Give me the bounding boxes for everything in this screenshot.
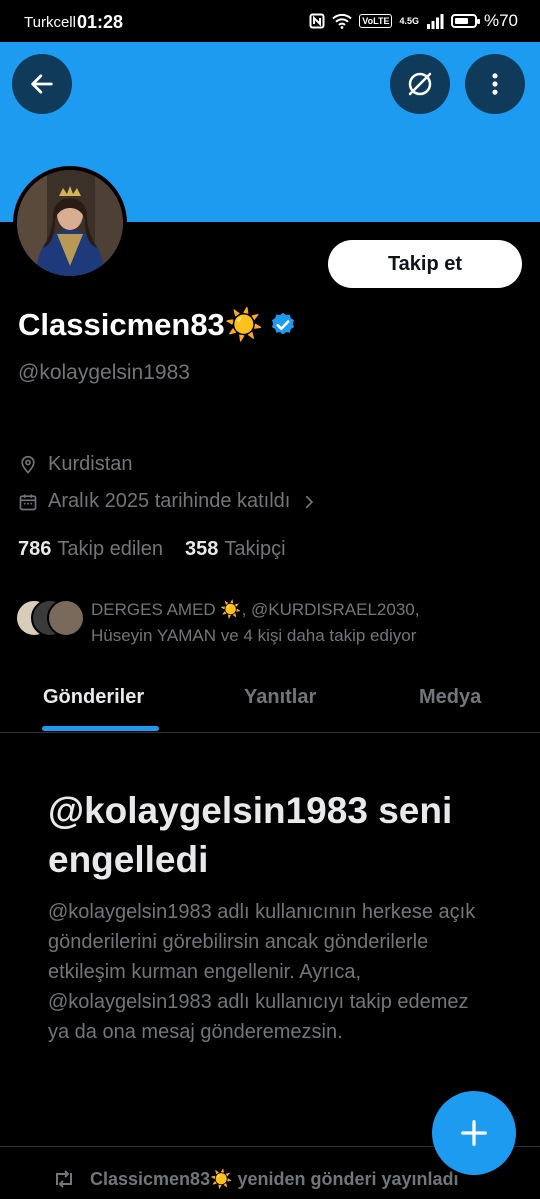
profile-avatar[interactable] [13,166,127,280]
network-type: 4.5G [399,15,419,26]
following-label: Takip edilen [57,538,163,560]
profile-handle: @kolaygelsin1983 [18,361,190,384]
compose-button[interactable] [432,1091,516,1175]
battery-level [454,18,468,24]
nfc-icon [309,13,325,29]
volte-badge: VoLTE [359,14,393,28]
known-followers[interactable]: DERGES AMED ☀️, @KURDISRAEL2030, Hüseyin… [15,597,530,649]
more-vertical-icon [492,73,498,95]
tab-media[interactable]: Medya [419,686,481,709]
more-options-button[interactable] [465,54,525,114]
known-followers-text: DERGES AMED ☀️, @KURDISRAEL2030, Hüseyin… [91,597,419,649]
joined-text: Aralık 2025 tarihinde katıldı [48,490,291,512]
calendar-icon [19,494,37,510]
battery-percent: %70 [483,11,518,30]
repost-icon [56,1170,72,1188]
location-pin-icon [21,455,35,474]
carrier-label: Turkcell [24,14,76,31]
following-stat[interactable]: 786 Takip edilen [18,538,163,561]
profile-tabs: Gönderiler Yanıtlar Medya [0,670,540,733]
wifi-icon [332,13,352,29]
battery-icon [450,14,480,28]
follow-button[interactable]: Takip et [328,240,522,288]
follow-stats: 786 Takip edilen 358 Takipçi [18,538,286,561]
blocked-description: @kolaygelsin1983 adlı kullanıcının herke… [48,901,476,1043]
status-icons: VoLTE 4.5G %70 [309,11,518,31]
back-button[interactable] [12,54,72,114]
tab-posts[interactable]: Gönderiler [43,686,144,709]
profile-name-row: Classicmen83☀️ [18,306,297,343]
avatar [47,599,85,637]
location-row: Kurdistan [18,453,133,476]
followers-stat[interactable]: 358 Takipçi [185,538,286,561]
status-bar: Turkcell 01:28 VoLTE 4.5G %70 [0,0,540,42]
display-name: Classicmen83☀️ [18,307,264,342]
signal-icon [426,14,444,29]
arrow-left-icon [31,74,53,94]
repost-text: Classicmen83☀️ yeniden gönderi yayınladı [90,1168,459,1189]
tab-replies[interactable]: Yanıtlar [244,686,316,709]
plus-icon [461,1120,487,1146]
location-text: Kurdistan [48,453,133,475]
eye-slash-circle-icon [408,72,432,96]
hide-button[interactable] [390,54,450,114]
avatar-image [17,170,123,276]
followers-label: Takipçi [224,538,286,560]
verified-badge-icon[interactable] [269,311,297,339]
repost-notice: Classicmen83☀️ yeniden gönderi yayınladı [52,1168,459,1190]
known-followers-line-2: Hüseyin YAMAN ve 4 kişi daha takip ediyo… [91,626,417,645]
known-followers-line-1: DERGES AMED ☀️, @KURDISRAEL2030, [91,600,420,619]
active-tab-indicator [42,726,159,731]
followers-count: 358 [185,538,219,560]
blocked-title: @kolaygelsin1983 seni engelledi [48,790,453,880]
joined-row[interactable]: Aralık 2025 tarihinde katıldı [18,490,318,513]
known-followers-avatars [15,597,85,637]
clock: 01:28 [77,12,124,32]
following-count: 786 [18,538,52,560]
chevron-right-icon [306,495,314,508]
